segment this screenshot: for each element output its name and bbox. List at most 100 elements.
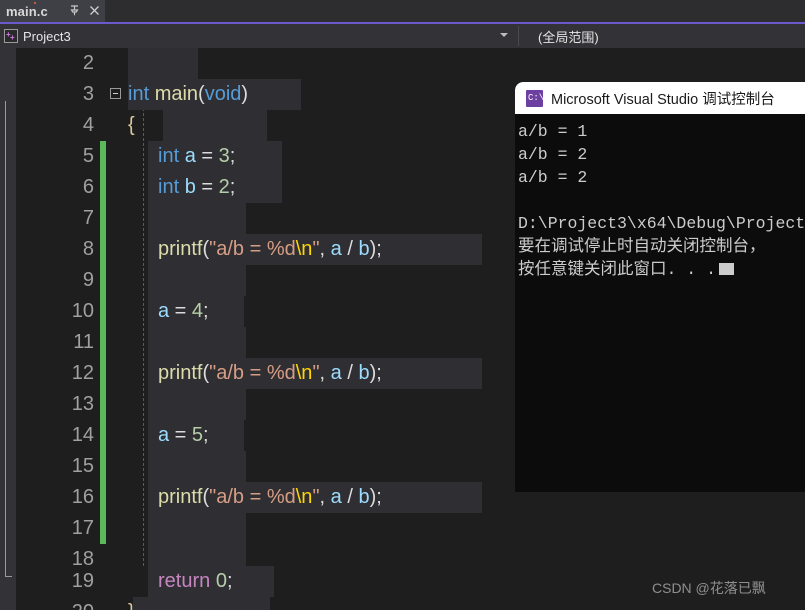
line-highlight [128,48,198,79]
cpp-file-icon: + + [4,29,18,43]
line-number: 2 [82,52,94,74]
console-line-prompt: 按任意键关闭此窗口. . . [518,258,805,281]
token-paren-close: ); [369,486,382,508]
line-highlight [133,597,270,610]
block-cursor-icon [719,263,735,275]
line-number: 6 [82,176,94,198]
token-string: "a/b = %d [209,486,296,508]
token-paren-close: ); [369,362,382,384]
line-highlight [148,451,246,482]
line-highlight [148,513,246,544]
token-keyword-return: return [158,570,211,592]
code-text-line-14: a = 5; [158,420,209,451]
line-number: 15 [71,455,94,477]
line-number: 13 [71,393,94,415]
token-comma: , [319,362,331,384]
code-text-line-5: int a = 3; [158,141,235,172]
navigation-bar: + + Project3 (全局范围) [0,24,805,48]
line-number: 12 [71,362,94,384]
token-identifier-a: a [158,300,170,322]
code-text-line-10: a = 4; [158,296,209,327]
line-highlight [148,265,246,296]
scope-dropdown[interactable]: (全局范围) [522,24,805,48]
line-number: 7 [82,207,94,229]
project-name: Project3 [23,28,71,44]
line-number: 16 [71,486,94,508]
token-keyword-void: void [204,83,242,105]
token-function-printf: printf [158,362,203,384]
line-number: 17 [71,517,94,539]
pin-icon[interactable] [68,4,81,17]
token-string-close: " [312,362,320,384]
line-highlight [148,389,246,420]
code-text-line-16: printf("a/b = %d\n", a / b); [158,482,382,513]
line-number: 8 [82,238,94,260]
editor-tab-strip: main.c [0,0,805,24]
token-open-brace: { [128,114,135,136]
line-number: 10 [71,300,94,322]
navbar-divider [518,26,519,46]
token-identifier-b: b [358,362,370,384]
code-text-line-19: return 0; [158,566,233,597]
console-line: a/b = 2 [518,145,588,164]
token-semicolon: ; [229,176,236,198]
token-escape: \n [295,362,313,384]
token-function-printf: printf [158,238,203,260]
tab-label: main.c [6,3,48,19]
code-text-line-20: } [128,597,135,610]
token-identifier-b: b [358,486,370,508]
token-divide: / [341,362,359,384]
project-dropdown[interactable]: + + Project3 [0,24,518,48]
console-icon: C:\ [526,89,544,107]
token-close-brace: } [128,601,135,610]
line-number: 20 [16,597,94,610]
token-paren-open: ( [198,83,205,105]
token-comma: , [319,486,331,508]
console-line: a/b = 1 [518,122,588,141]
code-line-2[interactable]: 2 [0,48,805,79]
console-title-label: Microsoft Visual Studio 调试控制台 [551,91,775,108]
token-number-4: 4 [191,300,204,322]
token-semicolon: ; [203,424,209,446]
token-function-printf: printf [158,486,203,508]
code-text-line-12: printf("a/b = %d\n", a / b); [158,358,382,389]
code-line-20[interactable]: 20 } [0,597,805,610]
token-function-main: main [154,83,199,105]
token-assign: = [169,300,192,322]
console-prompt-text: 按任意键关闭此窗口. . . [518,260,717,279]
console-line: a/b = 2 [518,168,588,187]
token-assign: = [195,145,219,167]
debug-console-window[interactable]: C:\ Microsoft Visual Studio 调试控制台 a/b = … [515,82,805,492]
line-number: 3 [82,83,94,105]
console-line-path: D:\Project3\x64\Debug\Project [518,214,805,233]
code-text-line-3: int main(void) [128,79,248,110]
token-assign: = [169,424,192,446]
token-comma: , [319,238,331,260]
token-semicolon: ; [203,300,209,322]
token-string-close: " [312,486,320,508]
watermark: CSDN @花落已飘 [652,580,766,596]
code-line-17[interactable]: 17 [0,513,805,544]
scope-label: (全局范围) [538,29,599,45]
token-identifier-b: b [184,176,196,198]
line-number: 19 [71,570,94,592]
tab-main-c[interactable]: main.c [0,0,105,22]
token-number-3: 3 [218,145,230,167]
token-escape: \n [295,486,313,508]
line-highlight [148,203,246,234]
token-semicolon: ; [229,145,236,167]
token-identifier-a: a [330,362,342,384]
console-line-hint: 要在调试停止时自动关闭控制台， [518,237,766,256]
chevron-down-icon[interactable] [500,33,508,37]
close-icon[interactable] [88,4,101,17]
token-identifier-a: a [158,424,170,446]
token-identifier-a: a [330,238,342,260]
token-number-2: 2 [218,176,230,198]
visual-studio-editor-window: main.c + + Project3 (全局范围) 2 3 int main(… [0,0,805,610]
token-keyword-int: int [158,145,180,167]
token-escape: \n [295,238,313,260]
console-title-bar[interactable]: C:\ Microsoft Visual Studio 调试控制台 [515,82,805,114]
line-number: 4 [82,114,94,136]
console-output[interactable]: a/b = 1 a/b = 2 a/b = 2 D:\Project3\x64\… [515,114,805,492]
